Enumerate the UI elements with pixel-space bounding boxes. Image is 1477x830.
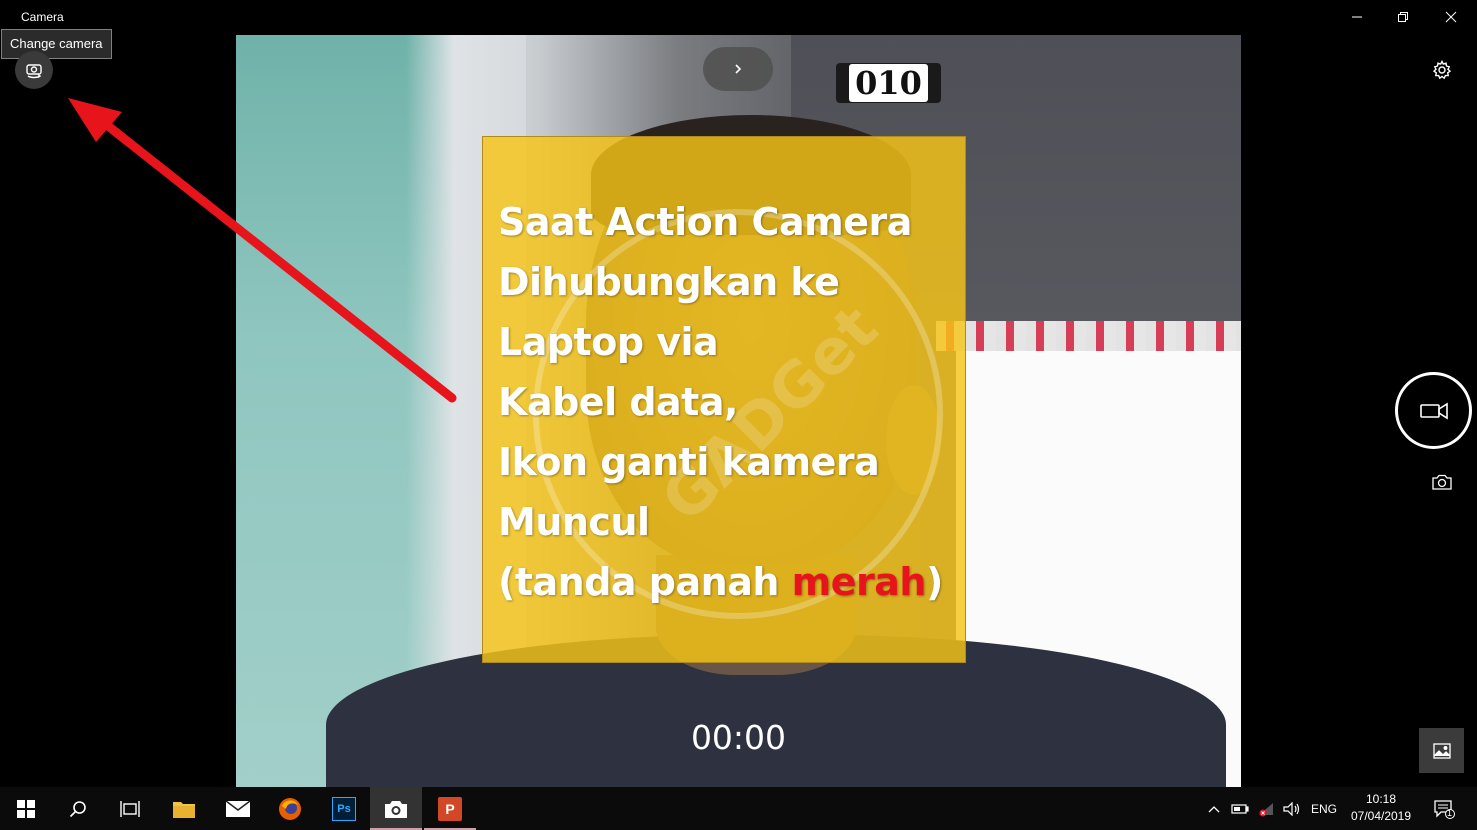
annotation-line: Dihubungkan ke: [498, 260, 840, 304]
app-title: Camera: [21, 10, 64, 24]
change-camera-button[interactable]: [15, 51, 53, 89]
taskbar-firefox[interactable]: [264, 787, 316, 830]
windows-logo-icon: [17, 799, 35, 818]
taskbar-camera[interactable]: [370, 787, 422, 830]
camera-switch-icon: [26, 64, 42, 79]
annotation-text: Saat Action Camera Dihubungkan ke Laptop…: [498, 192, 958, 612]
chevron-up-icon: [1208, 805, 1220, 812]
restore-button[interactable]: [1380, 0, 1426, 34]
annotation-box: GADGet Saat Action Camera Dihubungkan ke…: [482, 136, 966, 663]
clock-time: 10:18: [1365, 792, 1397, 806]
close-button[interactable]: [1428, 0, 1474, 34]
annotation-line: Saat Action Camera: [498, 200, 912, 244]
taskbar: Ps P ENG 10:18 07/04/2019 1: [0, 787, 1477, 830]
highlight-word: merah: [791, 560, 927, 604]
battery-indicator[interactable]: [1228, 787, 1252, 830]
change-camera-tooltip: Change camera: [1, 29, 112, 59]
start-button[interactable]: [0, 787, 52, 830]
photoshop-icon: Ps: [332, 796, 356, 821]
language-indicator[interactable]: ENG: [1306, 787, 1342, 830]
taskbar-clock[interactable]: 10:18 07/04/2019: [1346, 791, 1416, 825]
record-video-button[interactable]: [1395, 372, 1472, 449]
battery-icon: [1231, 803, 1249, 814]
chevron-right-icon: [735, 64, 742, 74]
speaker-icon: [1283, 801, 1300, 816]
annotation-line: Kabel data,: [498, 380, 738, 424]
gallery-button[interactable]: [1419, 728, 1464, 773]
clock-date: 07/04/2019: [1350, 809, 1412, 823]
annotation-line: Muncul: [498, 500, 650, 544]
close-icon: [1445, 11, 1457, 23]
annotation-line: (tanda panah merah): [498, 560, 943, 604]
task-view-button[interactable]: [104, 787, 156, 830]
powerpoint-icon: P: [438, 796, 462, 821]
mail-icon: [225, 799, 251, 817]
camera-icon: [1432, 474, 1452, 490]
image-icon: [1432, 742, 1451, 759]
minimize-button[interactable]: [1334, 0, 1380, 34]
taskbar-mail[interactable]: [212, 787, 264, 830]
annotation-line: Laptop via: [498, 320, 719, 364]
taskbar-powerpoint[interactable]: P: [424, 787, 476, 830]
video-camera-icon: [1419, 402, 1448, 419]
wifi-off-icon: [1259, 802, 1273, 816]
taskbar-file-explorer[interactable]: [158, 787, 210, 830]
gear-icon: [1432, 60, 1452, 80]
next-mode-button[interactable]: [703, 47, 773, 91]
network-indicator[interactable]: [1254, 787, 1280, 830]
show-hidden-icons[interactable]: [1202, 787, 1226, 830]
annotation-line: Ikon ganti kamera: [498, 440, 880, 484]
settings-button[interactable]: [1428, 56, 1456, 84]
action-center-button[interactable]: 1: [1426, 787, 1462, 830]
notification-count: 1: [1447, 808, 1453, 818]
folder-icon: [173, 801, 195, 818]
search-button[interactable]: [52, 787, 104, 830]
photo-mode-button[interactable]: [1426, 468, 1458, 496]
taskbar-photoshop[interactable]: Ps: [318, 787, 370, 830]
recording-timer: 00:00: [690, 718, 787, 757]
volume-indicator[interactable]: [1280, 787, 1304, 830]
search-icon: [69, 800, 86, 817]
camera-app-icon: [385, 800, 407, 818]
counter-sign: 010: [836, 63, 941, 103]
task-view-icon: [120, 800, 140, 817]
firefox-icon: [279, 797, 301, 820]
restore-icon: [1398, 12, 1408, 22]
minimize-icon: [1352, 16, 1362, 18]
title-bar: Camera: [0, 0, 1477, 34]
